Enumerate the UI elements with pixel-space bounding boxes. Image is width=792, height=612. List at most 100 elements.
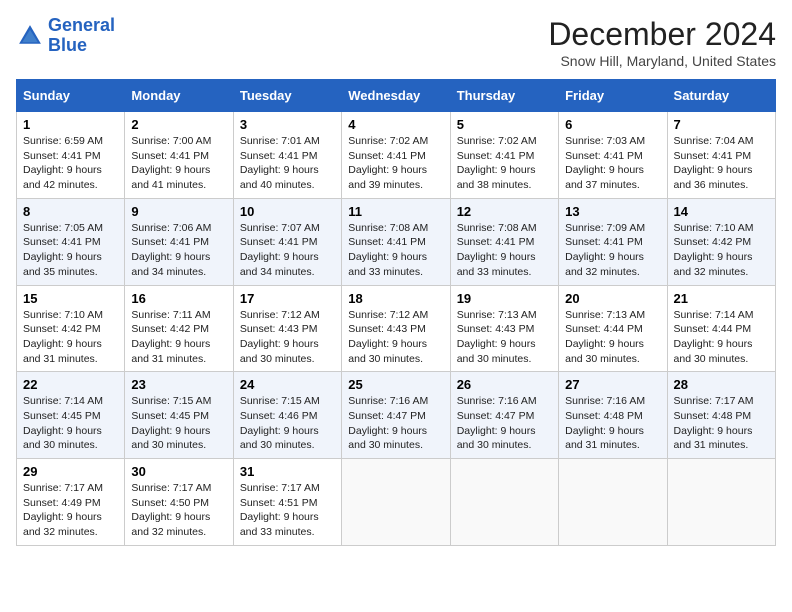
- calendar-cell: 21 Sunrise: 7:14 AMSunset: 4:44 PMDayligh…: [667, 285, 775, 372]
- day-info: Sunrise: 7:14 AMSunset: 4:45 PMDaylight:…: [23, 394, 118, 453]
- calendar-cell: 10 Sunrise: 7:07 AMSunset: 4:41 PMDayligh…: [233, 198, 341, 285]
- logo: General Blue: [16, 16, 115, 56]
- weekday-header-monday: Monday: [125, 80, 233, 112]
- day-info: Sunrise: 7:17 AMSunset: 4:50 PMDaylight:…: [131, 481, 226, 540]
- weekday-header-row: SundayMondayTuesdayWednesdayThursdayFrid…: [17, 80, 776, 112]
- calendar-week-row: 8 Sunrise: 7:05 AMSunset: 4:41 PMDaylight…: [17, 198, 776, 285]
- day-number: 27: [565, 377, 660, 392]
- day-info: Sunrise: 7:12 AMSunset: 4:43 PMDaylight:…: [240, 308, 335, 367]
- calendar-cell: 19Sunrise: 7:13 AMSunset: 4:43 PMDayligh…: [450, 285, 558, 372]
- day-number: 3: [240, 117, 335, 132]
- day-info: Sunrise: 7:07 AMSunset: 4:41 PMDaylight:…: [240, 221, 335, 280]
- logo-line1: General: [48, 15, 115, 35]
- day-number: 17: [240, 291, 335, 306]
- day-number: 2: [131, 117, 226, 132]
- location: Snow Hill, Maryland, United States: [548, 53, 776, 69]
- day-number: 1: [23, 117, 118, 132]
- day-number: 7: [674, 117, 769, 132]
- calendar-cell: 4 Sunrise: 7:02 AMSunset: 4:41 PMDaylight…: [342, 112, 450, 199]
- calendar-week-row: 1 Sunrise: 6:59 AMSunset: 4:41 PMDaylight…: [17, 112, 776, 199]
- day-info: Sunrise: 7:17 AMSunset: 4:49 PMDaylight:…: [23, 481, 118, 540]
- calendar-cell: [450, 459, 558, 546]
- calendar-cell: 22Sunrise: 7:14 AMSunset: 4:45 PMDayligh…: [17, 372, 125, 459]
- calendar-cell: 31Sunrise: 7:17 AMSunset: 4:51 PMDayligh…: [233, 459, 341, 546]
- day-number: 14: [674, 204, 769, 219]
- month-title: December 2024: [548, 16, 776, 53]
- header: General Blue December 2024 Snow Hill, Ma…: [16, 16, 776, 69]
- day-number: 13: [565, 204, 660, 219]
- logo-icon: [16, 22, 44, 50]
- day-number: 25: [348, 377, 443, 392]
- calendar-cell: 8 Sunrise: 7:05 AMSunset: 4:41 PMDaylight…: [17, 198, 125, 285]
- weekday-header-thursday: Thursday: [450, 80, 558, 112]
- day-info: Sunrise: 7:14 AMSunset: 4:44 PMDaylight:…: [674, 308, 769, 367]
- day-info: Sunrise: 7:16 AMSunset: 4:48 PMDaylight:…: [565, 394, 660, 453]
- calendar-week-row: 29 Sunrise: 7:17 AMSunset: 4:49 PMDayligh…: [17, 459, 776, 546]
- day-info: Sunrise: 7:16 AMSunset: 4:47 PMDaylight:…: [457, 394, 552, 453]
- logo-line2: Blue: [48, 35, 87, 55]
- calendar-cell: 6 Sunrise: 7:03 AMSunset: 4:41 PMDaylight…: [559, 112, 667, 199]
- day-info: Sunrise: 7:11 AMSunset: 4:42 PMDaylight:…: [131, 308, 226, 367]
- day-number: 21: [674, 291, 769, 306]
- day-info: Sunrise: 7:00 AMSunset: 4:41 PMDaylight:…: [131, 134, 226, 193]
- weekday-header-sunday: Sunday: [17, 80, 125, 112]
- day-info: Sunrise: 7:08 AMSunset: 4:41 PMDaylight:…: [457, 221, 552, 280]
- calendar-cell: 11 Sunrise: 7:08 AMSunset: 4:41 PMDayligh…: [342, 198, 450, 285]
- day-number: 20: [565, 291, 660, 306]
- day-number: 28: [674, 377, 769, 392]
- day-number: 8: [23, 204, 118, 219]
- calendar-week-row: 22Sunrise: 7:14 AMSunset: 4:45 PMDayligh…: [17, 372, 776, 459]
- day-number: 24: [240, 377, 335, 392]
- day-info: Sunrise: 7:17 AMSunset: 4:48 PMDaylight:…: [674, 394, 769, 453]
- day-info: Sunrise: 6:59 AMSunset: 4:41 PMDaylight:…: [23, 134, 118, 193]
- day-info: Sunrise: 7:15 AMSunset: 4:45 PMDaylight:…: [131, 394, 226, 453]
- calendar-cell: 5Sunrise: 7:02 AMSunset: 4:41 PMDaylight…: [450, 112, 558, 199]
- calendar-cell: 3 Sunrise: 7:01 AMSunset: 4:41 PMDaylight…: [233, 112, 341, 199]
- day-info: Sunrise: 7:04 AMSunset: 4:41 PMDaylight:…: [674, 134, 769, 193]
- day-info: Sunrise: 7:01 AMSunset: 4:41 PMDaylight:…: [240, 134, 335, 193]
- calendar-cell: 28 Sunrise: 7:17 AMSunset: 4:48 PMDayligh…: [667, 372, 775, 459]
- calendar-cell: [342, 459, 450, 546]
- calendar-cell: 23 Sunrise: 7:15 AMSunset: 4:45 PMDayligh…: [125, 372, 233, 459]
- day-number: 4: [348, 117, 443, 132]
- day-number: 19: [457, 291, 552, 306]
- day-number: 23: [131, 377, 226, 392]
- calendar-cell: 2 Sunrise: 7:00 AMSunset: 4:41 PMDaylight…: [125, 112, 233, 199]
- logo-text: General Blue: [48, 16, 115, 56]
- calendar-table: SundayMondayTuesdayWednesdayThursdayFrid…: [16, 79, 776, 546]
- calendar-cell: [667, 459, 775, 546]
- day-info: Sunrise: 7:10 AMSunset: 4:42 PMDaylight:…: [23, 308, 118, 367]
- weekday-header-friday: Friday: [559, 80, 667, 112]
- day-number: 16: [131, 291, 226, 306]
- day-number: 11: [348, 204, 443, 219]
- day-info: Sunrise: 7:09 AMSunset: 4:41 PMDaylight:…: [565, 221, 660, 280]
- weekday-header-tuesday: Tuesday: [233, 80, 341, 112]
- calendar-cell: 17 Sunrise: 7:12 AMSunset: 4:43 PMDayligh…: [233, 285, 341, 372]
- day-info: Sunrise: 7:02 AMSunset: 4:41 PMDaylight:…: [348, 134, 443, 193]
- day-number: 26: [457, 377, 552, 392]
- day-info: Sunrise: 7:12 AMSunset: 4:43 PMDaylight:…: [348, 308, 443, 367]
- day-info: Sunrise: 7:10 AMSunset: 4:42 PMDaylight:…: [674, 221, 769, 280]
- day-info: Sunrise: 7:16 AMSunset: 4:47 PMDaylight:…: [348, 394, 443, 453]
- calendar-cell: 27 Sunrise: 7:16 AMSunset: 4:48 PMDayligh…: [559, 372, 667, 459]
- calendar-cell: 9Sunrise: 7:06 AMSunset: 4:41 PMDaylight…: [125, 198, 233, 285]
- day-info: Sunrise: 7:05 AMSunset: 4:41 PMDaylight:…: [23, 221, 118, 280]
- day-info: Sunrise: 7:08 AMSunset: 4:41 PMDaylight:…: [348, 221, 443, 280]
- day-number: 29: [23, 464, 118, 479]
- calendar-cell: 29 Sunrise: 7:17 AMSunset: 4:49 PMDayligh…: [17, 459, 125, 546]
- calendar-week-row: 15Sunrise: 7:10 AMSunset: 4:42 PMDayligh…: [17, 285, 776, 372]
- day-number: 6: [565, 117, 660, 132]
- calendar-cell: 7 Sunrise: 7:04 AMSunset: 4:41 PMDaylight…: [667, 112, 775, 199]
- day-number: 10: [240, 204, 335, 219]
- calendar-cell: 14 Sunrise: 7:10 AMSunset: 4:42 PMDayligh…: [667, 198, 775, 285]
- day-info: Sunrise: 7:17 AMSunset: 4:51 PMDaylight:…: [240, 481, 335, 540]
- weekday-header-wednesday: Wednesday: [342, 80, 450, 112]
- day-info: Sunrise: 7:02 AMSunset: 4:41 PMDaylight:…: [457, 134, 552, 193]
- day-number: 30: [131, 464, 226, 479]
- weekday-header-saturday: Saturday: [667, 80, 775, 112]
- calendar-cell: 1 Sunrise: 6:59 AMSunset: 4:41 PMDaylight…: [17, 112, 125, 199]
- calendar-cell: [559, 459, 667, 546]
- day-info: Sunrise: 7:03 AMSunset: 4:41 PMDaylight:…: [565, 134, 660, 193]
- calendar-cell: 24Sunrise: 7:15 AMSunset: 4:46 PMDayligh…: [233, 372, 341, 459]
- title-area: December 2024 Snow Hill, Maryland, Unite…: [548, 16, 776, 69]
